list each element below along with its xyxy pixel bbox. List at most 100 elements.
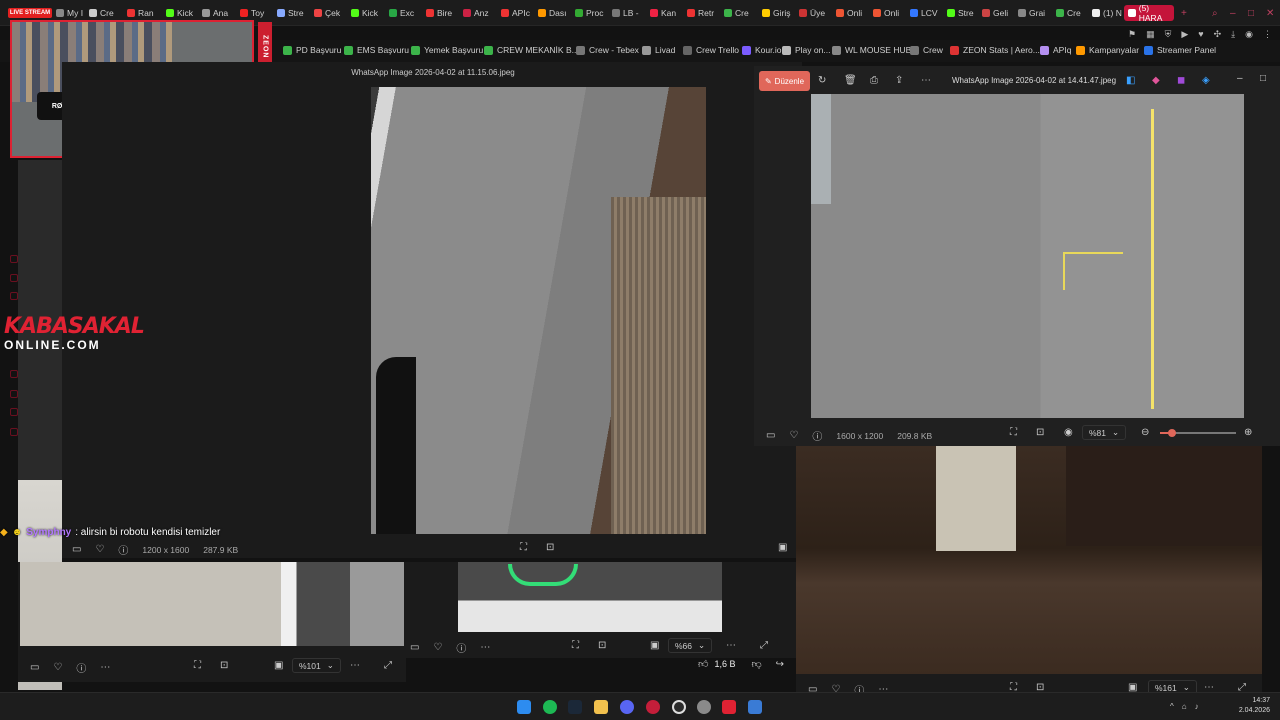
more-options-icon[interactable]: ⋯ [726, 640, 736, 651]
sidebar-icon[interactable] [10, 428, 18, 436]
more-options-icon[interactable]: ⋯ [100, 662, 110, 673]
fit-window-icon[interactable]: ⛶ [520, 542, 527, 553]
actual-size-icon[interactable]: ⊡ [220, 660, 228, 671]
slideshow-icon[interactable]: ◉ [1064, 427, 1073, 438]
browser-tab[interactable]: Stre [277, 6, 304, 20]
bookmark[interactable]: WL MOUSE HUB [832, 45, 911, 55]
app-icon[interactable]: ◧ [1126, 75, 1135, 86]
app-icon[interactable]: ◈ [1202, 75, 1210, 86]
info-icon[interactable]: ⓘ [456, 640, 466, 655]
start-windows-icon[interactable] [517, 700, 531, 714]
zoom-slider-thumb[interactable] [1168, 429, 1176, 437]
slideshow-icon[interactable]: ▣ [274, 660, 283, 671]
extension-icon[interactable]: ▦ [1146, 29, 1155, 40]
delete-icon[interactable]: 🗑 [844, 75, 857, 86]
zoom-slider[interactable] [1160, 429, 1236, 437]
spotify-icon[interactable] [543, 700, 557, 714]
info-icon[interactable]: ⓘ [118, 542, 128, 557]
volume-icon[interactable]: ♪ [1195, 702, 1199, 711]
browser-tab[interactable]: Üye [799, 6, 825, 20]
zoom-dropdown[interactable]: %66 ⌄ [668, 638, 713, 653]
browser-tab-active[interactable]: (5) HARA [1124, 3, 1174, 23]
bookmark[interactable]: ZEON Stats | Aero... [950, 45, 1040, 55]
fit-window-icon[interactable]: ⛶ [572, 640, 579, 651]
fullscreen-icon[interactable]: ▣ [778, 542, 787, 553]
browser-tab[interactable]: Proc [575, 6, 603, 20]
zoom-dropdown[interactable]: %101 ⌄ [292, 658, 341, 673]
shield-icon[interactable]: ⛨ [1165, 29, 1172, 40]
browser-tab[interactable]: Anz [463, 6, 489, 20]
browser-tab[interactable]: APIc [501, 6, 530, 20]
favorite-heart-icon[interactable]: ♡ [95, 544, 104, 555]
zoom-dropdown[interactable]: %81 ⌄ [1082, 425, 1127, 440]
discord-icon[interactable] [620, 700, 634, 714]
sidebar-icon[interactable] [10, 274, 18, 282]
browser-tab[interactable]: Geli [982, 6, 1008, 20]
bookmark[interactable]: Kour.io [742, 45, 781, 55]
fit-window-icon[interactable]: ⛶ [194, 660, 201, 671]
actual-size-icon[interactable]: ⊡ [546, 542, 554, 553]
sidebar-icon[interactable] [10, 390, 18, 398]
minimize-icon[interactable]: – [1237, 73, 1243, 84]
edit-button[interactable]: ✎ Düzenle [759, 71, 810, 91]
close-icon[interactable]: ✕ [1266, 8, 1274, 19]
thumbs-up-icon[interactable]: 👍︎ [698, 658, 708, 670]
browser-tab[interactable]: Cre [1056, 6, 1081, 20]
extension-icon[interactable]: ⚑ [1128, 29, 1136, 40]
actual-size-icon[interactable]: ⊡ [598, 640, 606, 651]
minimize-icon[interactable]: – [1230, 8, 1236, 19]
browser-tab[interactable]: Kick [166, 6, 193, 20]
bookmark[interactable]: Crew [910, 45, 943, 55]
browser-tab[interactable]: Ana [202, 6, 228, 20]
browser-tab[interactable]: My I [56, 6, 83, 20]
more-options-icon[interactable]: ⋯ [921, 75, 931, 86]
browser-tab[interactable]: Bire [426, 6, 452, 20]
browser-tab[interactable]: Kan [650, 6, 676, 20]
bookmark[interactable]: Livad [642, 45, 675, 55]
chevron-up-icon[interactable]: ^ [1170, 702, 1174, 711]
more-options-icon[interactable]: ⋯ [350, 660, 360, 671]
steam-icon[interactable] [568, 700, 582, 714]
app-icon[interactable]: ◼ [1177, 75, 1185, 86]
browser-tab[interactable]: Giriş [762, 6, 790, 20]
browser-tab[interactable]: Onli [836, 6, 862, 20]
print-icon[interactable]: ⎙ [870, 75, 878, 86]
slideshow-icon[interactable]: ▣ [650, 640, 659, 651]
favorite-heart-icon[interactable]: ♡ [789, 430, 798, 441]
browser-tab[interactable]: LB - [612, 6, 639, 20]
search-tabs-icon[interactable]: ⌕ [1212, 8, 1218, 19]
filmstrip-icon[interactable]: ▭ [766, 430, 775, 441]
bookmark[interactable]: Streamer Panel [1144, 45, 1216, 55]
new-tab-icon[interactable]: + [1181, 8, 1187, 19]
menu-icon[interactable]: ⋮ [1263, 29, 1272, 40]
sidebar-icon[interactable] [10, 255, 18, 263]
fullscreen-icon[interactable]: ⤢ [760, 640, 768, 651]
bookmark[interactable]: EMS Başvuru [344, 45, 409, 55]
browser-tab[interactable]: Toy [240, 6, 264, 20]
zoom-in-icon[interactable]: ⊕ [1244, 427, 1252, 438]
actual-size-icon[interactable]: ⊡ [1036, 427, 1044, 438]
filmstrip-icon[interactable]: ▭ [410, 642, 419, 653]
browser-tab[interactable]: Stre [947, 6, 974, 20]
download-icon[interactable]: ⤓ [1231, 29, 1235, 40]
browser-tab[interactable]: LCV [910, 6, 938, 20]
bookmark[interactable]: APIq [1040, 45, 1071, 55]
browser-tab[interactable]: Retr [687, 6, 714, 20]
thumbs-down-icon[interactable]: 👎︎ [751, 658, 761, 670]
more-options-icon[interactable]: ⋯ [480, 642, 490, 653]
bookmark[interactable]: Kampanyalar [1076, 45, 1139, 55]
app-icon[interactable]: ◆ [1152, 75, 1160, 86]
file-explorer-icon[interactable] [594, 700, 608, 714]
share-arrow-icon[interactable]: ↪ [776, 659, 784, 670]
settings-gear-icon[interactable] [697, 700, 711, 714]
obs-icon[interactable] [672, 700, 686, 714]
browser-tab[interactable]: Onli [873, 6, 899, 20]
sidebar-icon[interactable] [10, 370, 18, 378]
extensions-puzzle-icon[interactable]: ✣ [1214, 29, 1222, 40]
photos-icon[interactable] [748, 700, 762, 714]
bookmark[interactable]: Crew Trello [683, 45, 739, 55]
browser-tab[interactable]: Cre [724, 6, 749, 20]
browser-tab[interactable]: Ran [127, 6, 154, 20]
bookmark[interactable]: Crew - Tebex [576, 45, 639, 55]
browser-tab[interactable]: Çek [314, 6, 340, 20]
